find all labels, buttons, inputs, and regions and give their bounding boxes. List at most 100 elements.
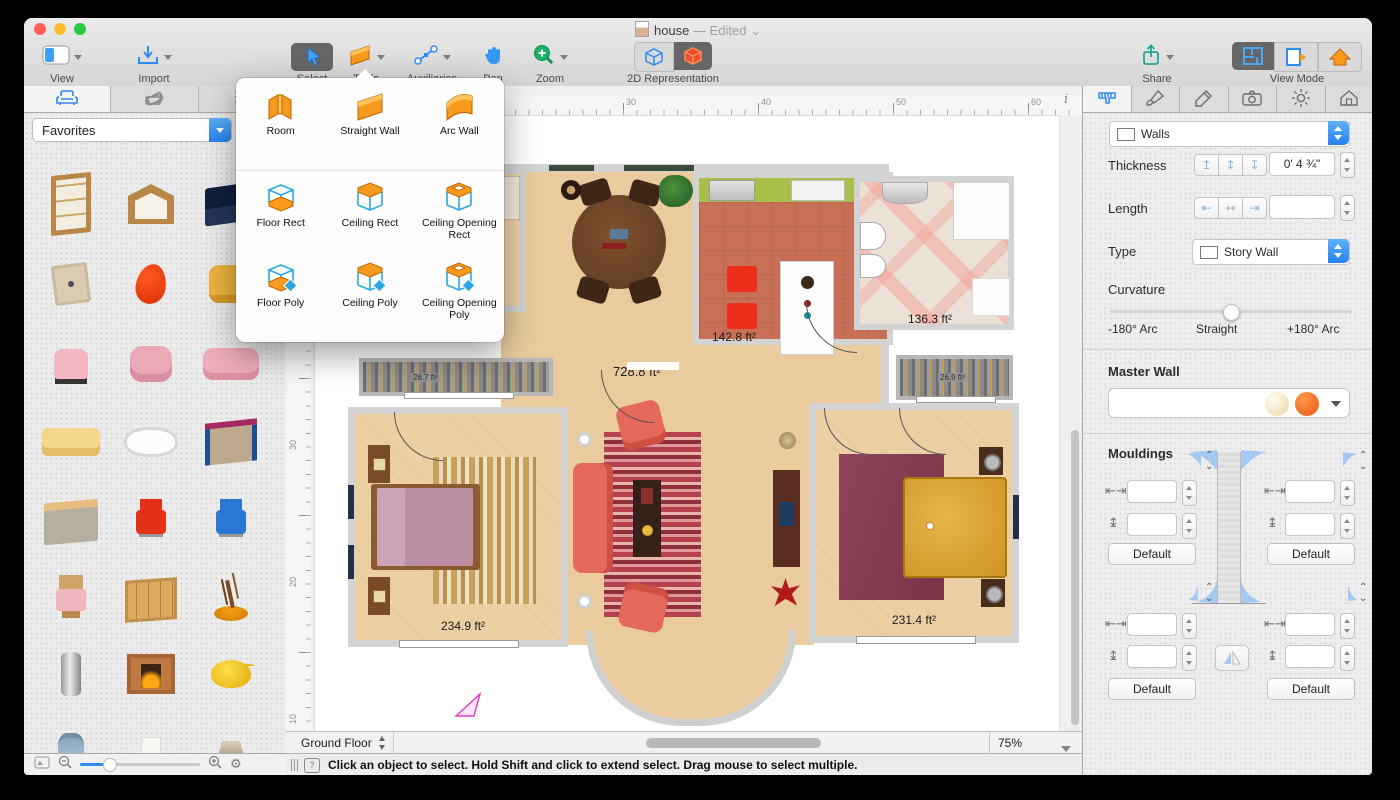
type-select[interactable]: Story Wall xyxy=(1192,239,1350,265)
room-bathroom[interactable]: 136.3 ft² xyxy=(854,176,1014,330)
stepper[interactable] xyxy=(1340,513,1355,539)
view-mode-switch[interactable]: View Mode xyxy=(1229,42,1365,85)
stepper[interactable] xyxy=(1182,513,1197,539)
library-item-wall-clock[interactable] xyxy=(32,248,110,320)
zoom-out-icon[interactable] xyxy=(58,755,72,774)
crown-profile-left[interactable] xyxy=(1187,452,1203,468)
view-mode-elevation-icon[interactable] xyxy=(1274,42,1318,72)
library-item-fireplace[interactable] xyxy=(112,638,190,710)
length-stepper[interactable] xyxy=(1340,195,1355,221)
stepper[interactable] xyxy=(1182,480,1197,506)
tool-room[interactable]: Room xyxy=(238,90,324,137)
master-wall-select[interactable] xyxy=(1108,388,1350,418)
base-height-field-right[interactable] xyxy=(1285,645,1335,668)
tool-floor-rect[interactable]: Floor Rect xyxy=(238,182,324,241)
import-button[interactable]: Import xyxy=(124,42,184,85)
base-profile-right[interactable] xyxy=(1343,585,1357,601)
crown-profile-right[interactable] xyxy=(1341,452,1357,468)
library-filter-select[interactable]: Favorites xyxy=(32,118,232,142)
tab-materials-inspector[interactable] xyxy=(1132,86,1180,112)
library-item-pink-chair[interactable] xyxy=(32,328,110,400)
help-icon[interactable]: ? xyxy=(304,757,320,773)
library-item-pink-armchair[interactable] xyxy=(112,328,190,400)
thumbnail-size-slider[interactable] xyxy=(80,758,200,772)
view-button[interactable]: View xyxy=(32,42,92,85)
coffee-table[interactable] xyxy=(633,480,661,557)
slider-thumb[interactable] xyxy=(1223,304,1240,321)
base-height-field-left[interactable] xyxy=(1127,645,1177,668)
tool-floor-poly[interactable]: Floor Poly xyxy=(238,262,324,321)
floor-selector-stepper[interactable] xyxy=(378,735,386,754)
closet-right[interactable]: 26.9 ft² xyxy=(896,355,1013,400)
library-item-blue-jar[interactable] xyxy=(32,714,110,753)
library-item-egg-chair[interactable] xyxy=(112,248,190,320)
stepper[interactable] xyxy=(1182,645,1197,671)
length-segment[interactable]: ⇤ ↔ ⇥ xyxy=(1194,197,1267,219)
default-button[interactable]: Default xyxy=(1267,678,1355,700)
library-item-blue-chair[interactable] xyxy=(192,486,270,558)
stepper[interactable] xyxy=(1340,480,1355,506)
library-item-shelving-unit[interactable] xyxy=(112,564,190,636)
length-field[interactable] xyxy=(1269,195,1335,219)
tool-arc-wall[interactable]: Arc Wall xyxy=(416,90,502,137)
crown-height-field-left[interactable] xyxy=(1127,513,1177,536)
tool-straight-wall[interactable]: Straight Wall xyxy=(327,90,413,137)
library-item-floor-lamp[interactable] xyxy=(112,714,190,753)
library-item-teapot[interactable] xyxy=(192,638,270,710)
thickness-stepper[interactable] xyxy=(1340,152,1355,178)
library-item-gray-bed[interactable] xyxy=(32,486,110,558)
zoom-tool-button[interactable]: Zoom xyxy=(524,42,576,85)
library-item-yellow-sofa[interactable] xyxy=(32,406,110,478)
gear-icon[interactable]: ⚙ xyxy=(230,757,242,772)
library-item-blue-bed[interactable] xyxy=(192,406,270,478)
default-button[interactable]: Default xyxy=(1108,678,1196,700)
thickness-field[interactable]: 0' 4 ¾" xyxy=(1269,152,1335,176)
info-icon[interactable]: i xyxy=(1064,92,1078,108)
room-bedroom-left[interactable]: 234.9 ft² xyxy=(348,407,568,647)
crown-height-field-right[interactable] xyxy=(1285,513,1335,536)
crown-width-field-left[interactable] xyxy=(1127,480,1177,503)
closet-left[interactable]: 28.7 ft² xyxy=(359,358,553,396)
curvature-slider[interactable] xyxy=(1110,304,1352,321)
mirror-button[interactable] xyxy=(1215,645,1249,671)
share-button[interactable]: Share xyxy=(1129,42,1185,85)
library-item-red-chair[interactable] xyxy=(112,486,190,558)
view-mode-3d-icon[interactable] xyxy=(1318,42,1362,72)
base-stepper-left[interactable]: ⌃ ⌄ xyxy=(1205,582,1213,604)
representation-switch[interactable]: 2D Representation xyxy=(621,42,725,85)
base-stepper-right[interactable]: ⌃ ⌄ xyxy=(1359,582,1367,604)
preview-image-icon[interactable] xyxy=(34,756,50,774)
view-mode-plan-icon[interactable] xyxy=(1232,42,1274,70)
tab-light[interactable] xyxy=(1277,86,1326,112)
tool-ceiling-opening-rect[interactable]: Ceiling Opening Rect xyxy=(416,182,502,241)
floor-selector[interactable]: Ground Floor xyxy=(301,736,372,750)
vertical-scrollbar[interactable] xyxy=(1071,430,1079,725)
crown-width-field-right[interactable] xyxy=(1285,480,1335,503)
library-item-bathtub[interactable] xyxy=(112,406,190,478)
base-width-field-right[interactable] xyxy=(1285,613,1335,636)
tab-dimensions[interactable] xyxy=(1083,86,1132,112)
base-profile-left[interactable] xyxy=(1189,585,1203,601)
library-item-bedside-lamp[interactable] xyxy=(192,714,270,753)
drag-grip[interactable] xyxy=(291,759,298,771)
crown-stepper-left[interactable]: ⌃ ⌄ xyxy=(1205,450,1213,472)
tab-edit[interactable] xyxy=(1180,86,1229,112)
tool-ceiling-poly[interactable]: Ceiling Poly xyxy=(327,262,413,321)
tool-ceiling-rect[interactable]: Ceiling Rect xyxy=(327,182,413,241)
dining-table[interactable] xyxy=(572,176,666,305)
default-button[interactable]: Default xyxy=(1267,543,1355,565)
library-item-glazed-door[interactable] xyxy=(32,168,110,240)
tab-materials[interactable] xyxy=(111,86,199,112)
library-item-bonsai-tree[interactable] xyxy=(192,564,270,636)
thickness-segment[interactable]: ↥ ↕ ↧ xyxy=(1194,154,1267,176)
crown-stepper-right[interactable]: ⌃ ⌄ xyxy=(1359,450,1367,472)
library-item-wooden-chair[interactable] xyxy=(32,564,110,636)
default-button[interactable]: Default xyxy=(1108,543,1196,565)
desk[interactable] xyxy=(773,470,800,567)
stepper[interactable] xyxy=(1340,645,1355,671)
armchair[interactable] xyxy=(616,580,671,635)
category-select[interactable]: Walls xyxy=(1109,121,1350,147)
tab-building[interactable] xyxy=(1326,86,1373,112)
tab-furniture[interactable] xyxy=(24,86,112,112)
zoom-in-icon[interactable] xyxy=(208,755,222,774)
